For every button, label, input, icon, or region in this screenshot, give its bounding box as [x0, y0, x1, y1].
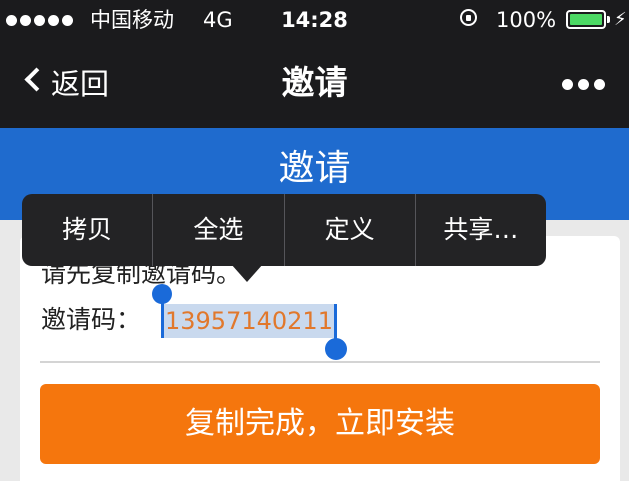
- edit-menu: 拷贝 全选 定义 共享…: [22, 194, 546, 266]
- charging-icon: ⚡: [614, 9, 627, 30]
- menu-item-share[interactable]: 共享…: [416, 194, 546, 266]
- page-heading: 邀请: [278, 148, 351, 189]
- selection-end-knob[interactable]: [324, 338, 347, 360]
- battery-percent: 100%: [496, 8, 557, 32]
- nav-bar: 返回 邀请: [0, 40, 629, 128]
- nav-title: 邀请: [281, 63, 348, 102]
- menu-item-select-all[interactable]: 全选: [153, 194, 283, 266]
- status-bar: 中国移动 4G 14:28 100% ⚡: [0, 0, 629, 40]
- selection-start-knob[interactable]: [152, 284, 172, 304]
- edit-menu-pointer: [231, 264, 263, 282]
- more-dots-icon[interactable]: [562, 74, 618, 96]
- battery-icon: [566, 10, 610, 29]
- screen: 中国移动 4G 14:28 100% ⚡ 返回 邀请 邀请 请先复制邀请码。 邀…: [0, 0, 629, 481]
- invite-card: 请先复制邀请码。 邀请码： 13957140211 复制完成，立即安装: [20, 236, 620, 481]
- rotation-lock-icon: [460, 9, 477, 26]
- invite-code-selection[interactable]: 13957140211: [152, 284, 347, 360]
- invite-code-label: 邀请码：: [41, 305, 142, 334]
- menu-item-define[interactable]: 定义: [285, 194, 415, 266]
- copy-done-install-button[interactable]: 复制完成，立即安装: [40, 384, 600, 464]
- menu-item-copy[interactable]: 拷贝: [22, 194, 152, 266]
- invite-code-value[interactable]: 13957140211: [163, 307, 335, 335]
- divider: [40, 361, 600, 363]
